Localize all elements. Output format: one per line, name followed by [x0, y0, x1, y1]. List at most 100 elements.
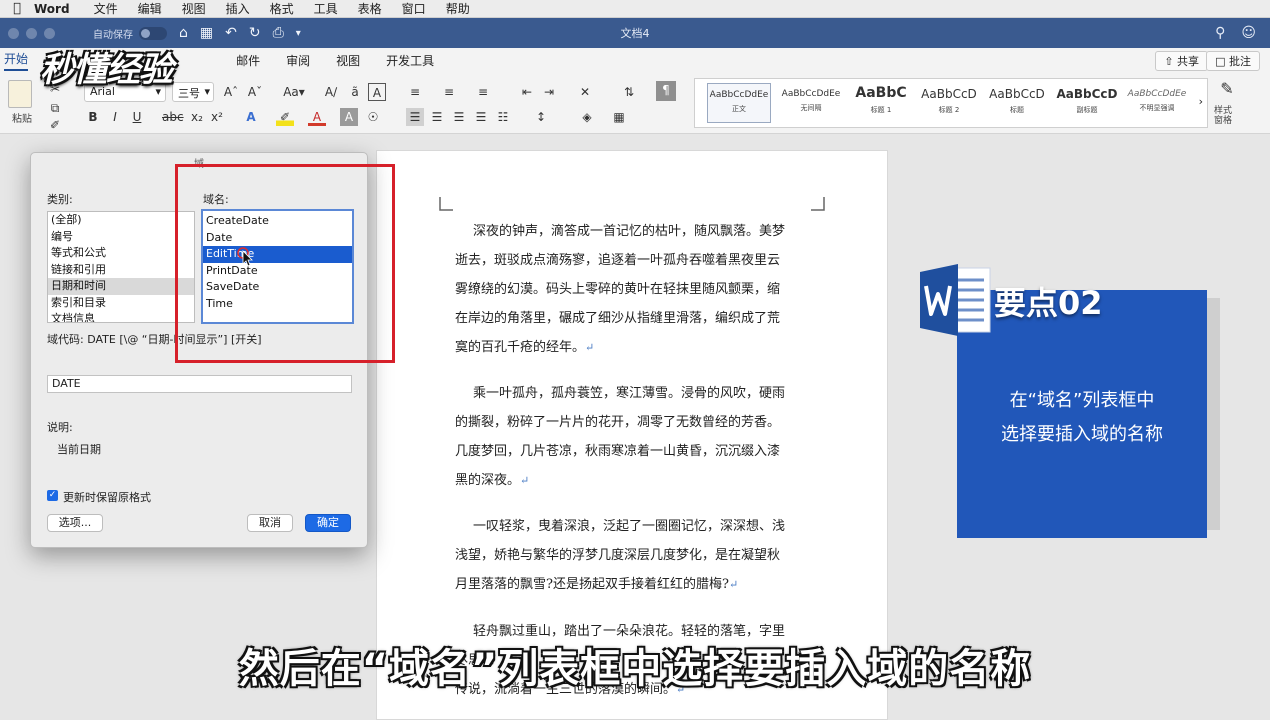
style-subtle-emphasis[interactable]: AaBbCcDdEe 不明显强调: [1125, 83, 1189, 123]
enclose-characters-icon[interactable]: ☉: [364, 108, 382, 126]
menu-file[interactable]: 文件: [94, 0, 118, 17]
tab-references[interactable]: 引用: [204, 52, 228, 69]
ok-button[interactable]: 确定: [305, 514, 351, 532]
bullets-icon[interactable]: ≡: [406, 83, 424, 101]
style-title[interactable]: AaBbCcD 标题: [985, 83, 1049, 123]
style-heading-1[interactable]: AaBbC 标题 1: [849, 83, 913, 123]
category-item[interactable]: (全部): [48, 212, 194, 229]
menu-format[interactable]: 格式: [270, 0, 294, 17]
sort-icon[interactable]: ⇅: [620, 83, 638, 101]
tab-review[interactable]: 审阅: [286, 52, 310, 69]
menu-table[interactable]: 表格: [358, 0, 382, 17]
phonetic-guide-icon[interactable]: ã: [346, 83, 364, 101]
close-window-button[interactable]: [8, 27, 19, 39]
align-right-icon[interactable]: ☰: [450, 108, 468, 126]
style-subtitle[interactable]: AaBbCcD 副标题: [1055, 83, 1119, 123]
cancel-button[interactable]: 取消: [247, 514, 293, 532]
key-point-line: 在“域名”列表框中: [1009, 390, 1155, 411]
style-name: 正文: [732, 105, 746, 113]
numbering-icon[interactable]: ≡: [440, 83, 458, 101]
format-painter-icon[interactable]: ✐: [46, 116, 64, 134]
justify-icon[interactable]: ☰: [472, 108, 490, 126]
share-button[interactable]: ⇧ 共享: [1155, 51, 1208, 71]
borders-icon[interactable]: ▦: [610, 108, 628, 126]
preserve-format-checkbox[interactable]: ✓: [47, 490, 58, 501]
text-run: 月里落落的飘雪?还是扬起双手接着红红的腊梅?: [455, 577, 729, 592]
print-icon[interactable]: ⎙: [273, 25, 284, 41]
superscript-icon[interactable]: x²: [208, 108, 226, 126]
subscript-icon[interactable]: x₂: [188, 108, 206, 126]
text-line: 深夜的钟声，滴答成一首记忆的枯叶，随风飘落。美梦: [473, 224, 786, 239]
copy-icon[interactable]: ⧉: [46, 99, 64, 117]
tab-view[interactable]: 视图: [336, 52, 360, 69]
menu-edit[interactable]: 编辑: [138, 0, 162, 17]
character-border-icon[interactable]: A: [368, 83, 386, 101]
change-case-icon[interactable]: Aa▾: [280, 83, 308, 101]
clear-formatting-icon[interactable]: A∕: [322, 83, 340, 101]
style-no-spacing[interactable]: AaBbCcDdEe 无间隔: [779, 83, 843, 123]
paste-icon[interactable]: [8, 80, 32, 108]
chevron-right-icon[interactable]: ›: [1199, 95, 1203, 108]
redo-icon[interactable]: ↻: [249, 25, 261, 41]
bold-icon[interactable]: B: [84, 108, 102, 126]
underline-icon[interactable]: U: [128, 108, 146, 126]
styles-pane-icon[interactable]: ✎: [1214, 80, 1240, 104]
categories-list[interactable]: (全部) 编号 等式和公式 链接和引用 日期和时间 索引和目录 文档信息: [47, 211, 195, 323]
increase-indent-icon[interactable]: ⇥: [540, 83, 558, 101]
multilevel-list-icon[interactable]: ≡: [474, 83, 492, 101]
zoom-window-button[interactable]: [44, 27, 55, 39]
style-sample: AaBbCcD: [989, 87, 1045, 101]
save-icon[interactable]: ▦: [200, 25, 213, 41]
search-icon[interactable]: ⚲: [1215, 25, 1225, 41]
menu-view[interactable]: 视图: [182, 0, 206, 17]
menu-insert[interactable]: 插入: [226, 0, 250, 17]
decrease-indent-icon[interactable]: ⇤: [518, 83, 536, 101]
category-item[interactable]: 链接和引用: [48, 262, 194, 279]
comment-button[interactable]: □ 批注: [1206, 51, 1260, 71]
distribute-icon[interactable]: ☷: [494, 108, 512, 126]
menu-help[interactable]: 帮助: [446, 0, 470, 17]
category-item[interactable]: 文档信息: [48, 311, 194, 322]
font-color-icon[interactable]: A: [308, 108, 326, 126]
text-direction-icon[interactable]: ✕: [576, 83, 594, 101]
apple-icon[interactable]: : [0, 1, 34, 16]
autosave-toggle[interactable]: [139, 26, 167, 40]
tab-developer[interactable]: 开发工具: [386, 52, 434, 69]
margin-corner-mark: [439, 197, 453, 211]
menu-window[interactable]: 窗口: [402, 0, 426, 17]
document-page[interactable]: 深夜的钟声，滴答成一首记忆的枯叶，随风飘落。美梦 逝去，斑驳成点滴殇寥，追逐着一…: [376, 150, 888, 720]
undo-icon[interactable]: ↶: [225, 25, 237, 41]
options-button[interactable]: 选项...: [47, 514, 103, 532]
home-icon[interactable]: ⌂: [179, 25, 188, 41]
font-size-select[interactable]: 三号 ▾: [172, 82, 214, 102]
align-left-icon[interactable]: ☰: [406, 108, 424, 126]
text-line: 寞的百孔千疮的经年。↵: [455, 333, 807, 362]
customize-toolbar-icon[interactable]: ▾: [296, 28, 301, 39]
italic-icon[interactable]: I: [106, 108, 124, 126]
shrink-font-icon[interactable]: Aˇ: [246, 83, 264, 101]
tab-home[interactable]: 开始: [4, 50, 29, 71]
highlight-icon[interactable]: ✐: [276, 108, 294, 126]
smiley-icon[interactable]: ☺: [1241, 25, 1256, 41]
field-code-input[interactable]: DATE: [47, 375, 352, 393]
minimize-window-button[interactable]: [26, 27, 37, 39]
line-spacing-icon[interactable]: ↕: [532, 108, 550, 126]
grow-font-icon[interactable]: Aˆ: [222, 83, 240, 101]
window-controls: [8, 27, 55, 39]
menu-tools[interactable]: 工具: [314, 0, 338, 17]
category-item[interactable]: 等式和公式: [48, 245, 194, 262]
menu-app[interactable]: Word: [34, 2, 70, 16]
style-heading-2[interactable]: AaBbCcD 标题 2: [917, 83, 981, 123]
category-item[interactable]: 编号: [48, 229, 194, 246]
align-center-icon[interactable]: ☰: [428, 108, 446, 126]
key-point-line: 选择要插入域的名称: [1001, 424, 1163, 445]
show-formatting-icon[interactable]: ¶: [656, 81, 676, 101]
shading-icon[interactable]: ◈: [578, 108, 596, 126]
category-item[interactable]: 索引和目录: [48, 295, 194, 312]
tab-mailings[interactable]: 邮件: [236, 52, 260, 69]
character-shading-icon[interactable]: A: [340, 108, 358, 126]
style-normal[interactable]: AaBbCcDdEe 正文: [707, 83, 771, 123]
text-effects-icon[interactable]: A: [242, 108, 260, 126]
strikethrough-icon[interactable]: abc: [162, 108, 184, 126]
category-item-selected[interactable]: 日期和时间: [48, 278, 194, 295]
